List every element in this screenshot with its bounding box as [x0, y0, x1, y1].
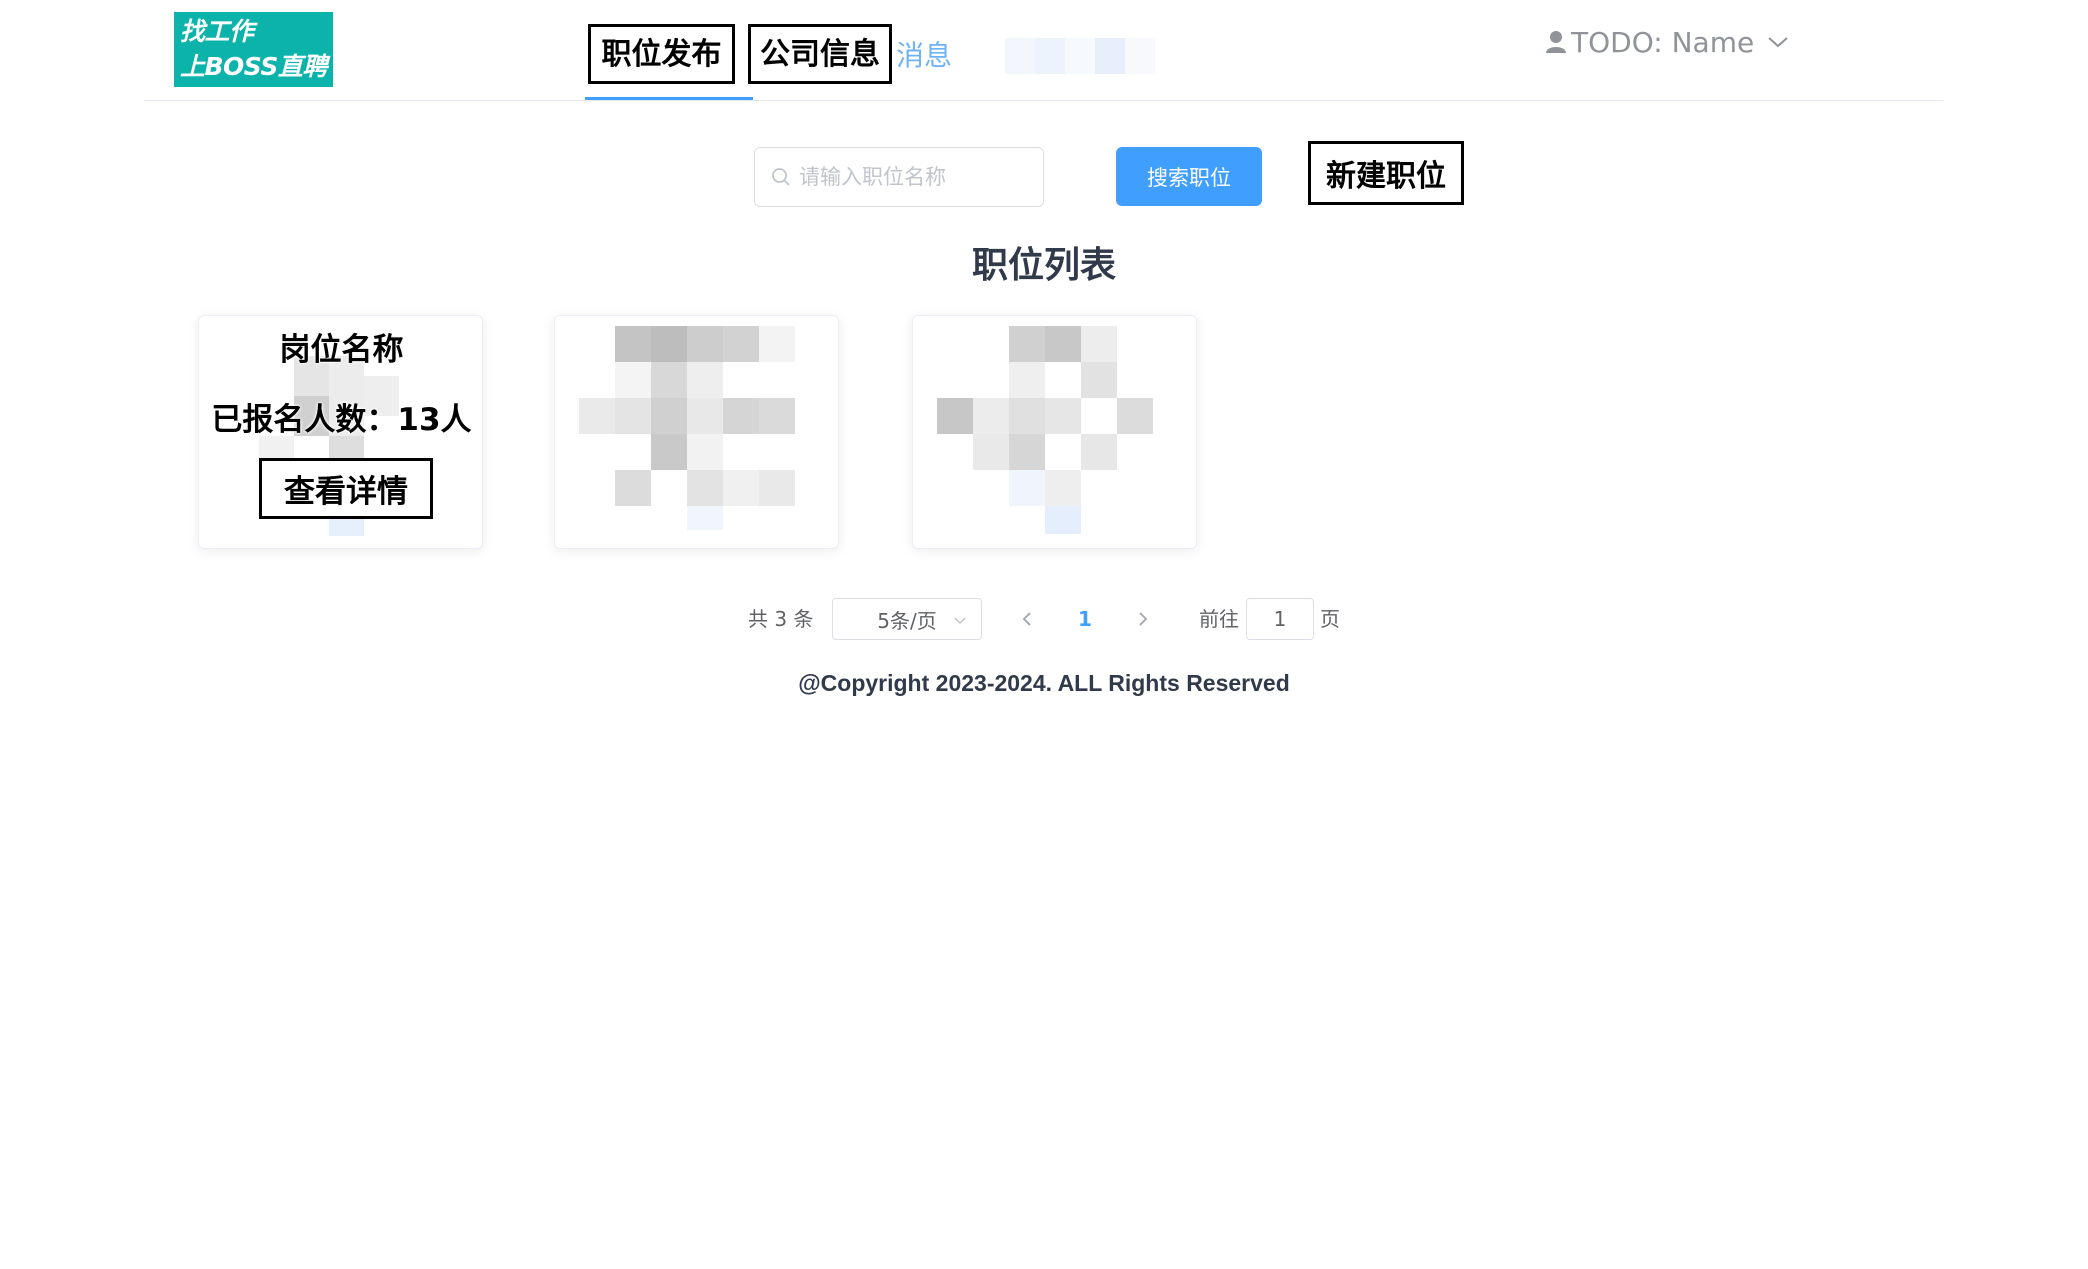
blurred-card-content	[913, 316, 1196, 548]
goto-label: 前往	[1199, 607, 1239, 631]
job-card[interactable]	[554, 315, 839, 549]
page: 找工作 上BOSS直聘 职位发布 公司信息 消息 TODO: Name 搜索职位…	[0, 0, 2088, 1269]
nav-tab-job-posting[interactable]: 职位发布	[588, 24, 735, 84]
chevron-down-icon	[1768, 37, 1788, 48]
user-name: TODO: Name	[1571, 25, 1755, 59]
goto-page-input[interactable]	[1246, 598, 1314, 640]
nav-tab-messages[interactable]: 消息	[896, 36, 952, 76]
blurred-card-content	[555, 316, 838, 548]
job-card-body: 岗位名称 已报名人数：13人 查看详情	[199, 316, 482, 548]
job-card-applicant-count: 已报名人数：13人	[211, 402, 472, 438]
nav-tab-company-info[interactable]: 公司信息	[748, 24, 892, 84]
job-card: 岗位名称 已报名人数：13人 查看详情	[198, 315, 483, 549]
search-icon	[772, 168, 790, 186]
next-page-button[interactable]	[1132, 607, 1154, 631]
goto-unit-label: 页	[1320, 607, 1340, 631]
view-details-button[interactable]: 查看详情	[259, 458, 433, 519]
job-card-title: 岗位名称	[279, 332, 404, 368]
blurred-nav-item	[1005, 38, 1155, 74]
pagination-total: 共 3 条	[748, 607, 814, 631]
logo[interactable]: 找工作 上BOSS直聘	[174, 12, 333, 87]
job-list-title: 职位列表	[971, 245, 1116, 286]
job-search-field[interactable]	[754, 147, 1044, 207]
chevron-down-icon	[954, 617, 966, 625]
job-search-input[interactable]	[799, 157, 1019, 197]
nav-active-indicator	[585, 97, 753, 100]
user-icon	[1546, 31, 1566, 53]
page-size-select[interactable]: 5条/页	[832, 598, 982, 640]
logo-line-2: 上BOSS直聘	[180, 52, 327, 81]
prev-page-button[interactable]	[1016, 607, 1038, 631]
search-jobs-button[interactable]: 搜索职位	[1116, 147, 1262, 206]
page-number-current[interactable]: 1	[1070, 598, 1100, 640]
user-menu[interactable]: TODO: Name	[1545, 20, 1790, 64]
page-size-value: 5条/页	[877, 608, 937, 633]
job-card[interactable]	[912, 315, 1197, 549]
pagination: 共 3 条 5条/页 1 前往 页	[0, 598, 2088, 640]
logo-line-1: 找工作	[180, 17, 254, 46]
footer-copyright: @Copyright 2023-2024. ALL Rights Reserve…	[798, 670, 1290, 696]
new-job-button[interactable]: 新建职位	[1308, 141, 1464, 205]
